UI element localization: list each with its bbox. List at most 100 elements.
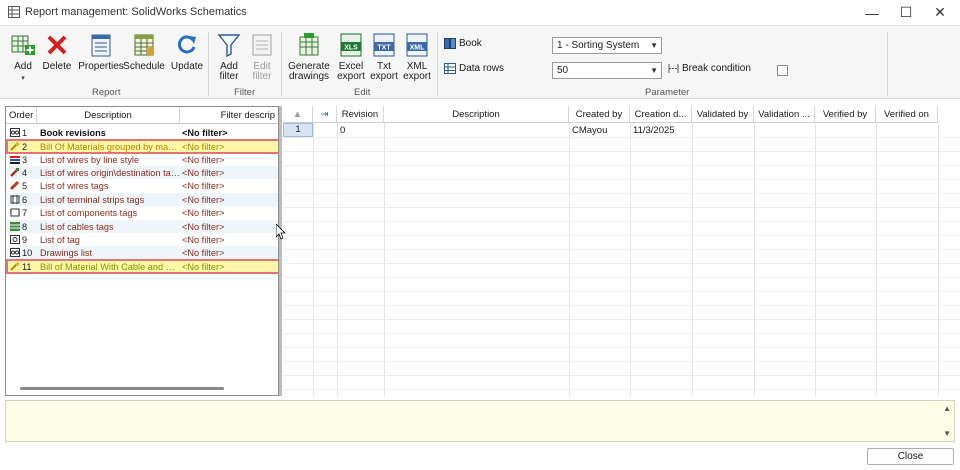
grid-line xyxy=(283,207,960,208)
verified-by-column-header[interactable]: Verified by xyxy=(815,106,876,123)
report-row[interactable]: 3 List of wires by line style <No filter… xyxy=(7,153,278,166)
report-row[interactable]: 5 List of wires tags <No filter> xyxy=(7,179,278,192)
report-row[interactable]: 6 List of terminal strips tags <No filte… xyxy=(7,193,278,206)
window-title: Report management: SolidWorks Schematics xyxy=(25,6,247,18)
grid-line xyxy=(283,291,960,292)
verified-on-cell[interactable] xyxy=(876,124,938,137)
generate-drawings-button[interactable]: Generate drawings xyxy=(288,32,330,84)
validated-by-column-header[interactable]: Validated by xyxy=(692,106,754,123)
break-condition-label: Break condition xyxy=(682,63,751,74)
data-rows-row: Data rows xyxy=(444,63,504,74)
properties-button[interactable]: Properties xyxy=(78,32,124,84)
report-row[interactable]: 10 Drawings list <No filter> xyxy=(7,246,278,259)
ribbon-separator xyxy=(208,32,209,96)
grid-line xyxy=(938,123,939,396)
ribbon-toolbar: Add ▾ Delete Properties Schedule Update … xyxy=(0,25,960,99)
ribbon-separator xyxy=(437,32,438,96)
txt-export-button[interactable]: TXT Txt export xyxy=(369,32,399,84)
edit-filter-button[interactable]: Edit filter xyxy=(248,32,276,84)
add-filter-label-2: filter xyxy=(219,71,239,82)
generate-label-2: drawings xyxy=(288,71,330,82)
report-row-highlighted[interactable]: 11 Bill of Material With Cable and Wires… xyxy=(6,259,278,274)
grid-line xyxy=(283,193,960,194)
creation-date-cell[interactable]: 11/3/2025 xyxy=(630,124,692,137)
table-app-icon xyxy=(8,6,20,18)
grid-line xyxy=(283,263,960,264)
report-group-label: Report xyxy=(92,87,121,98)
refresh-icon xyxy=(178,35,196,54)
scroll-down-icon[interactable]: ▼ xyxy=(943,429,951,438)
book-select[interactable]: 1 - Sorting System ▼ xyxy=(552,37,662,54)
xml-label-2: export xyxy=(403,71,431,82)
edit-group-label: Edit xyxy=(354,87,371,98)
chevron-down-icon[interactable]: ▾ xyxy=(21,74,25,82)
verified-by-cell[interactable] xyxy=(815,124,876,137)
book-label: Book xyxy=(459,38,482,49)
parameter-group-label: Parameter xyxy=(645,87,690,98)
report-row[interactable]: 1 Book revisions <No filter> xyxy=(7,126,278,139)
bom-wrench-icon xyxy=(10,262,20,271)
validation-date-column-header[interactable]: Validation ... xyxy=(754,106,815,123)
title-bar: Report management: SolidWorks Schematics… xyxy=(0,0,960,25)
grid-line xyxy=(283,179,960,180)
break-condition-checkbox[interactable] xyxy=(777,65,788,76)
book-revisions-icon xyxy=(10,128,20,137)
description-column-header[interactable]: Description xyxy=(384,106,569,123)
validation-date-cell[interactable] xyxy=(754,124,815,137)
xml-export-button[interactable]: XML XML export xyxy=(402,32,432,84)
created-by-cell[interactable]: CMayou xyxy=(569,124,630,137)
scroll-up-icon[interactable]: ▲ xyxy=(943,404,951,413)
add-filter-button[interactable]: Add filter xyxy=(214,32,244,84)
sort-up-icon[interactable]: ▲ xyxy=(283,106,313,123)
close-window-button[interactable]: ✕ xyxy=(923,0,957,25)
schedule-button[interactable]: Schedule xyxy=(123,32,165,84)
verified-on-column-header[interactable]: Verified on xyxy=(876,106,938,123)
break-condition-icon xyxy=(668,64,679,73)
filter-group-label: Filter xyxy=(234,87,256,98)
revision-column-header[interactable]: Revision xyxy=(337,106,384,123)
data-rows-select[interactable]: 50 ▼ xyxy=(552,62,662,79)
excel-label-2: export xyxy=(337,71,365,82)
filter-column-header[interactable]: Filter descrip xyxy=(180,107,278,124)
description-cell[interactable] xyxy=(384,124,569,137)
cable-icon xyxy=(10,222,20,231)
revision-cell[interactable]: 0 xyxy=(337,124,384,137)
data-rows-icon xyxy=(444,63,456,74)
report-row[interactable]: 8 List of cables tags <No filter> xyxy=(7,220,278,233)
maximize-button[interactable]: ☐ xyxy=(889,0,923,25)
grid-line xyxy=(283,137,960,138)
grid-line xyxy=(815,123,816,396)
horizontal-scrollbar[interactable] xyxy=(20,387,224,390)
report-row[interactable]: 4 List of wires origin\destination tags … xyxy=(7,166,278,179)
grid-line xyxy=(337,123,338,396)
created-by-column-header[interactable]: Created by xyxy=(569,106,630,123)
edit-filter-icon xyxy=(252,34,272,56)
excel-export-button[interactable]: XLS Excel export xyxy=(336,32,366,84)
component-icon xyxy=(10,208,20,217)
notes-text-area[interactable]: ▲ ▼ xyxy=(5,400,955,442)
grid-line xyxy=(283,305,960,306)
description-column-header[interactable]: Description xyxy=(37,107,180,124)
grid-line xyxy=(876,123,877,396)
xml-file-icon: XML xyxy=(406,33,428,57)
add-report-button[interactable]: Add ▾ xyxy=(9,32,37,84)
bom-wrench-icon xyxy=(10,142,20,151)
update-button[interactable]: Update xyxy=(170,32,204,84)
delete-report-button[interactable]: Delete xyxy=(42,32,72,84)
grid-line xyxy=(313,123,314,396)
grid-line xyxy=(692,123,693,396)
creation-date-column-header[interactable]: Creation d... xyxy=(630,106,692,123)
minimize-button[interactable]: — xyxy=(855,0,889,25)
close-button[interactable]: Close xyxy=(867,448,954,465)
validated-by-cell[interactable] xyxy=(692,124,754,137)
row-number[interactable]: 1 xyxy=(283,123,313,137)
add-label: Add xyxy=(14,61,32,72)
report-row-selected[interactable]: 2 Bill Of Materials grouped by manuf... … xyxy=(6,139,278,154)
data-rows-label: Data rows xyxy=(459,63,505,74)
report-row[interactable]: 9 List of tag <No filter> xyxy=(7,233,278,246)
panel-splitter[interactable] xyxy=(279,106,282,396)
freeze-column-icon[interactable]: ⇥ xyxy=(313,106,337,123)
report-row[interactable]: 7 List of components tags <No filter> xyxy=(7,206,278,219)
order-column-header[interactable]: Order xyxy=(6,107,37,124)
ribbon-separator xyxy=(281,32,282,96)
